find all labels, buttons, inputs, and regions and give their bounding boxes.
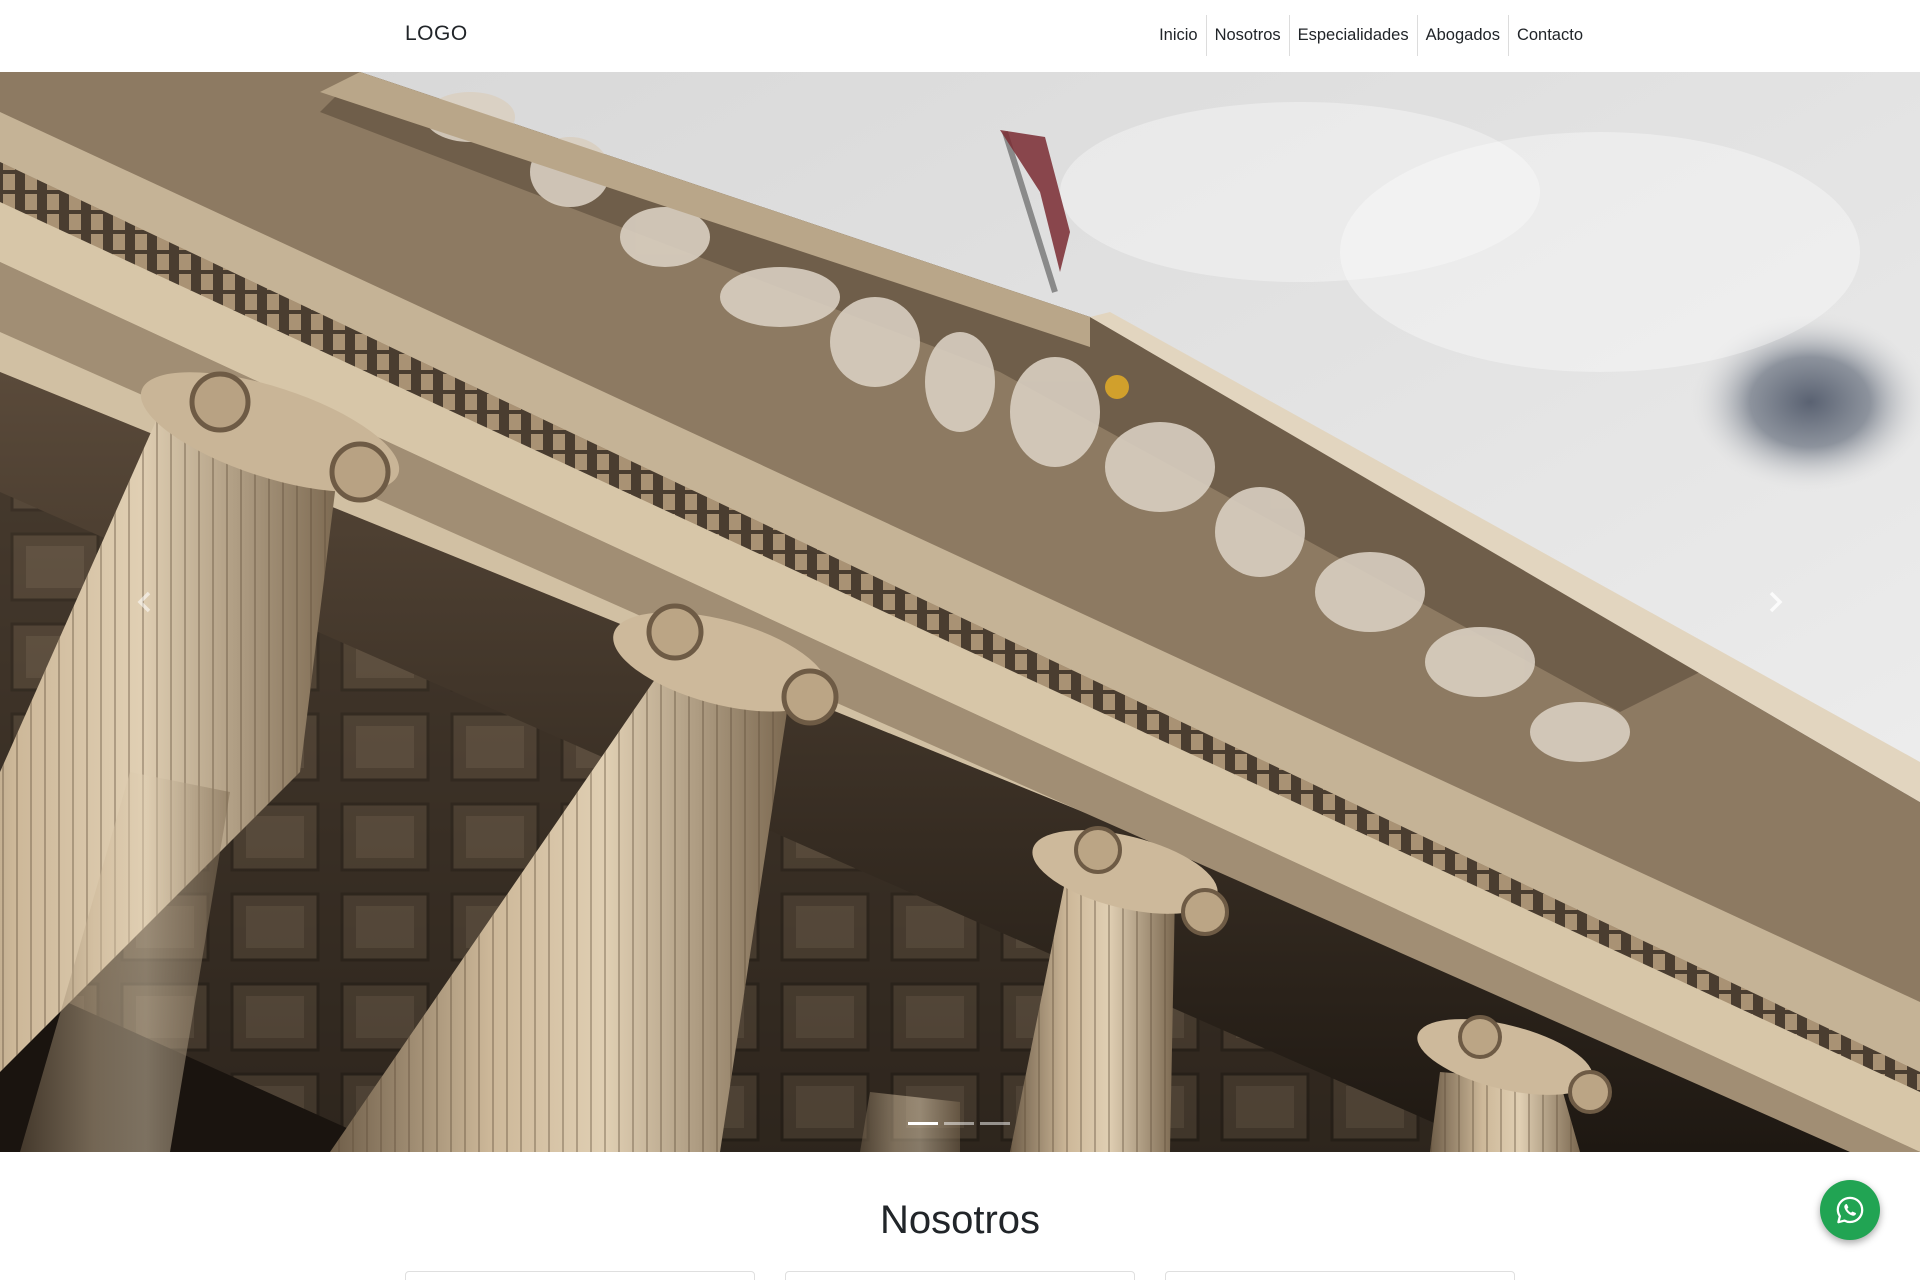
carousel-next-button[interactable] [1756, 572, 1796, 632]
nav-item-nosotros[interactable]: Nosotros [1205, 15, 1289, 56]
hero-image [0, 72, 1920, 1152]
carousel-indicator-3[interactable] [980, 1122, 1010, 1125]
hero-carousel [0, 72, 1920, 1152]
about-card-2 [785, 1271, 1135, 1280]
about-card-1 [405, 1271, 755, 1280]
carousel-prev-button[interactable] [124, 572, 164, 632]
nav-item-especialidades[interactable]: Especialidades [1288, 15, 1417, 56]
about-card-3 [1165, 1271, 1515, 1280]
carousel-indicator-1[interactable] [908, 1122, 938, 1125]
nav-item-inicio[interactable]: Inicio [1151, 15, 1206, 56]
whatsapp-icon [1836, 1196, 1864, 1224]
logo[interactable]: LOGO [405, 22, 468, 46]
carousel-indicator-2[interactable] [944, 1122, 974, 1125]
section-title-nosotros: Nosotros [879, 1198, 1041, 1242]
top-navbar: LOGO Inicio Nosotros Especialidades Abog… [0, 0, 1920, 72]
whatsapp-button[interactable] [1820, 1180, 1880, 1240]
main-nav: Inicio Nosotros Especialidades Abogados … [1151, 15, 1591, 56]
nav-item-abogados[interactable]: Abogados [1416, 15, 1508, 56]
chevron-left-icon [137, 591, 151, 613]
carousel-indicators [908, 1122, 1010, 1125]
chevron-right-icon [1769, 591, 1783, 613]
nav-item-contacto[interactable]: Contacto [1507, 15, 1591, 56]
